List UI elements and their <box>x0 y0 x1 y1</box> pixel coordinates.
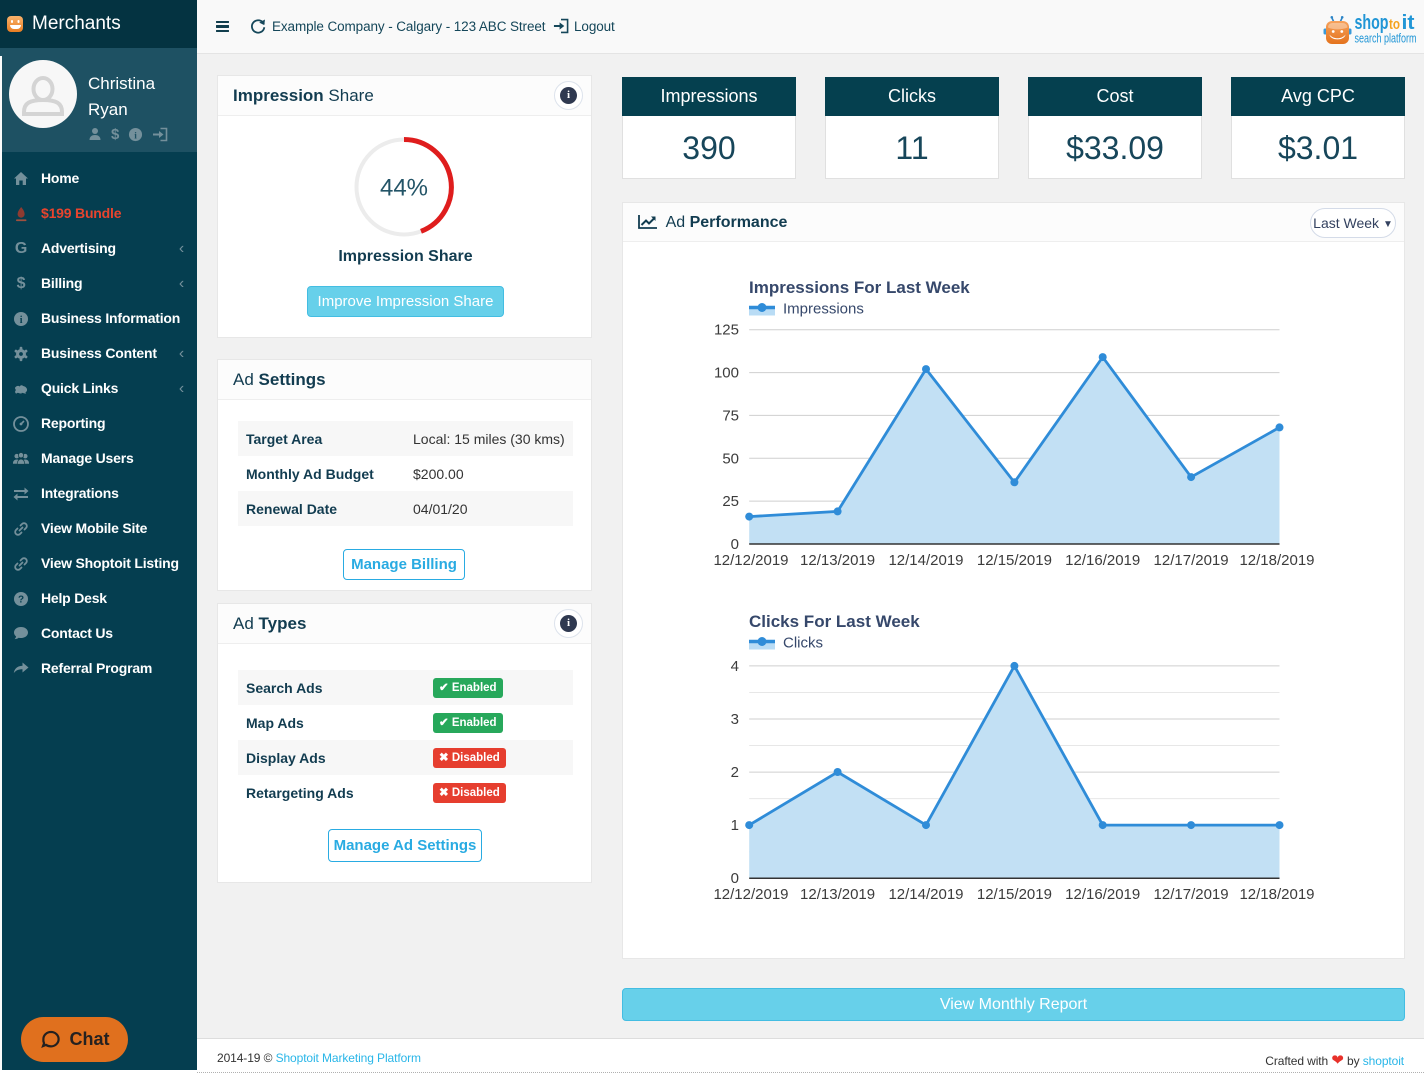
svg-text:Impressions For Last Week: Impressions For Last Week <box>749 278 970 297</box>
svg-text:12/16/2019: 12/16/2019 <box>1065 886 1140 903</box>
svg-text:44%: 44% <box>380 175 428 202</box>
svg-text:125: 125 <box>714 322 739 339</box>
svg-text:75: 75 <box>722 407 739 424</box>
svg-text:12/12/2019: 12/12/2019 <box>713 886 788 903</box>
svg-text:i: i <box>135 131 138 141</box>
svg-text:3: 3 <box>731 711 739 728</box>
svg-text:0: 0 <box>731 870 739 887</box>
svg-text:12/18/2019: 12/18/2019 <box>1239 886 1314 903</box>
svg-text:12/12/2019: 12/12/2019 <box>713 552 788 569</box>
svg-text:12/17/2019: 12/17/2019 <box>1154 552 1229 569</box>
svg-text:1: 1 <box>731 817 739 834</box>
svg-text:12/17/2019: 12/17/2019 <box>1154 886 1229 903</box>
svg-text:12/14/2019: 12/14/2019 <box>888 886 963 903</box>
svg-text:12/13/2019: 12/13/2019 <box>800 552 875 569</box>
svg-text:12/13/2019: 12/13/2019 <box>800 886 875 903</box>
svg-text:?: ? <box>18 594 24 605</box>
svg-text:Clicks For Last Week: Clicks For Last Week <box>749 612 920 631</box>
svg-text:Impressions: Impressions <box>783 301 864 318</box>
svg-text:12/15/2019: 12/15/2019 <box>977 886 1052 903</box>
svg-text:2: 2 <box>731 764 739 781</box>
svg-text:search platform: search platform <box>1355 31 1417 46</box>
svg-text:12/14/2019: 12/14/2019 <box>888 552 963 569</box>
svg-text:100: 100 <box>714 365 739 382</box>
svg-text:Clicks: Clicks <box>783 635 823 652</box>
svg-text:50: 50 <box>722 450 739 467</box>
svg-text:12/15/2019: 12/15/2019 <box>977 552 1052 569</box>
svg-text:25: 25 <box>722 493 739 510</box>
svg-text:12/18/2019: 12/18/2019 <box>1239 552 1314 569</box>
svg-text:4: 4 <box>731 658 739 675</box>
svg-text:0: 0 <box>731 536 739 553</box>
svg-text:12/16/2019: 12/16/2019 <box>1065 552 1140 569</box>
svg-text:i: i <box>20 315 23 326</box>
